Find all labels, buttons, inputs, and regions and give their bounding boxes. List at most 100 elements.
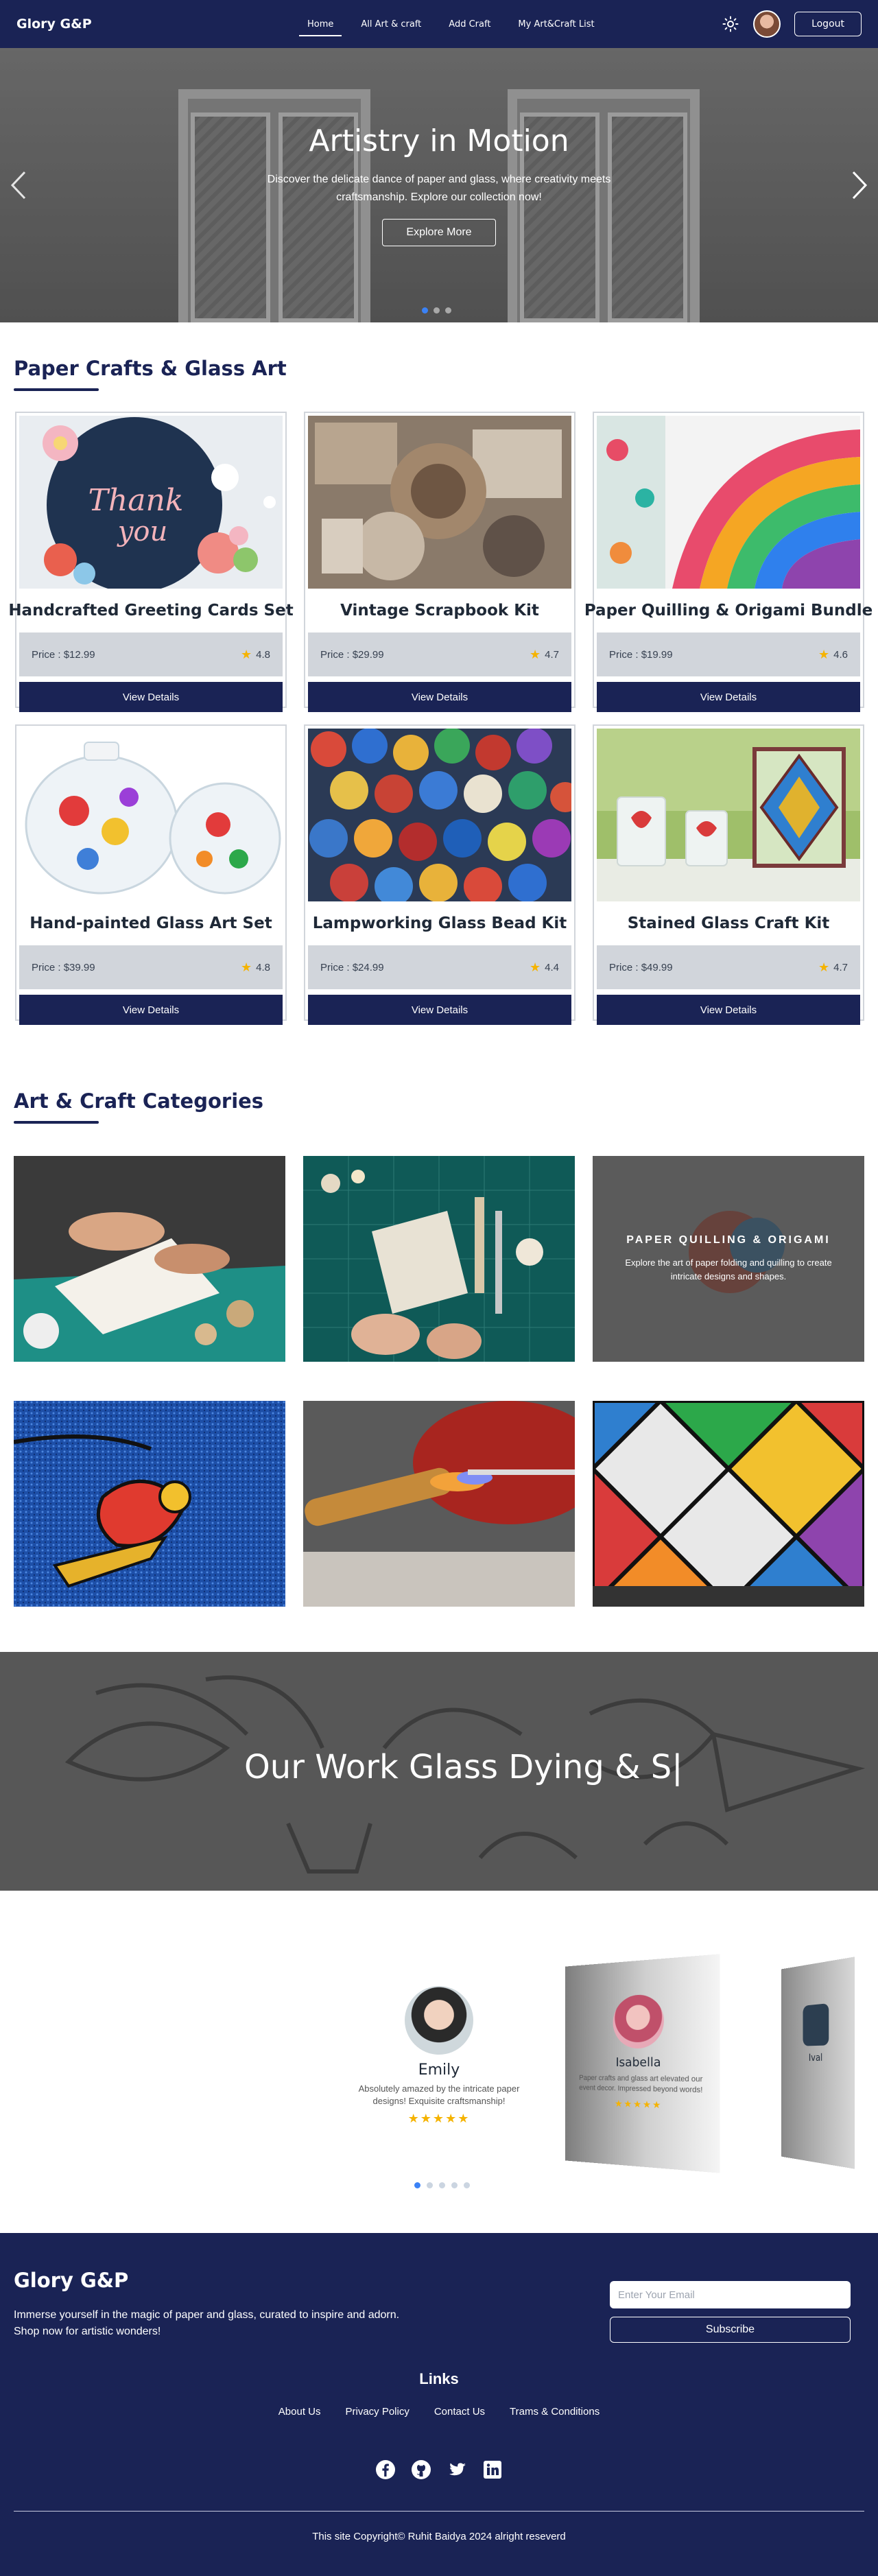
view-details-button[interactable]: View Details bbox=[19, 995, 283, 1025]
product-card: Lampworking Glass Bead Kit Price : $24.9… bbox=[304, 724, 576, 1021]
view-details-button[interactable]: View Details bbox=[308, 995, 571, 1025]
testimonial-dot[interactable] bbox=[451, 2182, 458, 2188]
product-price: Price : $12.99 bbox=[32, 649, 95, 661]
facebook-icon[interactable] bbox=[375, 2459, 396, 2480]
explore-more-button[interactable]: Explore More bbox=[382, 219, 495, 246]
product-card: Vintage Scrapbook Kit Price : $29.99 ★ 4.… bbox=[304, 412, 576, 708]
footer-link-privacy-policy[interactable]: Privacy Policy bbox=[345, 2406, 409, 2418]
view-details-button[interactable]: View Details bbox=[597, 995, 860, 1025]
linkedin-icon[interactable] bbox=[482, 2459, 503, 2480]
product-meta: Price : $24.99 ★ 4.4 bbox=[308, 945, 571, 989]
nav-my-art-craft-list[interactable]: My Art&Craft List bbox=[515, 15, 597, 34]
product-card: Stained Glass Craft Kit Price : $49.99 ★… bbox=[593, 724, 864, 1021]
category-tile[interactable] bbox=[14, 1156, 285, 1362]
hero-subtitle: Discover the delicate dance of paper and… bbox=[247, 171, 631, 206]
testimonial-text: Paper crafts and glass art elevated our … bbox=[565, 2073, 720, 2096]
category-tile[interactable] bbox=[14, 1401, 285, 1607]
footer-brand: Glory G&P bbox=[14, 2269, 128, 2292]
star-icon: ★ bbox=[530, 648, 541, 662]
product-price: Price : $29.99 bbox=[320, 649, 384, 661]
chevron-right-icon[interactable] bbox=[849, 168, 870, 202]
star-icon: ★ bbox=[241, 960, 252, 975]
svg-text:you: you bbox=[117, 516, 167, 547]
category-tile[interactable] bbox=[303, 1156, 575, 1362]
star-icon: ★ bbox=[241, 648, 252, 662]
hero-dot[interactable] bbox=[422, 307, 428, 314]
footer: Glory G&P Immerse yourself in the magic … bbox=[0, 2233, 878, 2576]
github-icon[interactable] bbox=[411, 2459, 431, 2480]
product-rating: ★ 4.8 bbox=[241, 960, 270, 975]
testimonial-avatar bbox=[803, 2003, 829, 2046]
testimonial-card: Emily Absolutely amazed by the intricate… bbox=[343, 1986, 535, 2126]
testimonial-card: Isabella Paper crafts and glass art elev… bbox=[565, 1954, 720, 2173]
brand-logo[interactable]: Glory G&P bbox=[16, 16, 305, 32]
sun-icon[interactable] bbox=[722, 15, 739, 33]
product-rating: ★ 4.6 bbox=[818, 648, 848, 662]
hero-dot[interactable] bbox=[434, 307, 440, 314]
footer-link-about-us[interactable]: About Us bbox=[278, 2406, 321, 2418]
category-tile[interactable] bbox=[303, 1401, 575, 1607]
testimonial-name: Ival bbox=[781, 2052, 855, 2064]
hero-slider: Artistry in Motion Discover the delicate… bbox=[0, 48, 878, 322]
view-details-button[interactable]: View Details bbox=[19, 682, 283, 712]
testimonial-card: Ival bbox=[781, 1957, 855, 2169]
logout-button[interactable]: Logout bbox=[794, 12, 862, 36]
category-caption: PAPER QUILLING & ORIGAMI Explore the art… bbox=[593, 1156, 864, 1362]
testimonial-dot[interactable] bbox=[414, 2182, 420, 2188]
testimonial-dot[interactable] bbox=[439, 2182, 445, 2188]
testimonial-pagination bbox=[414, 2182, 470, 2188]
product-card: Paper Quilling & Origami Bundle Price : … bbox=[593, 412, 864, 708]
footer-link-terms[interactable]: Trams & Conditions bbox=[510, 2406, 600, 2418]
title-underline bbox=[14, 1121, 99, 1124]
nav-all-art-craft[interactable]: All Art & craft bbox=[358, 15, 424, 34]
product-meta: Price : $39.99 ★ 4.8 bbox=[19, 945, 283, 989]
product-image bbox=[597, 416, 860, 589]
footer-description: Immerse yourself in the magic of paper a… bbox=[14, 2307, 425, 2340]
nav-right: Logout bbox=[722, 10, 862, 38]
copyright-text: This site Copyright© Ruhit Baidya 2024 a… bbox=[0, 2531, 878, 2542]
user-avatar[interactable] bbox=[753, 10, 781, 38]
nav-home[interactable]: Home bbox=[305, 15, 336, 34]
typing-banner: Our Work Glass Dying & S| bbox=[0, 1652, 878, 1891]
categories-section-title: Art & Craft Categories bbox=[14, 1089, 263, 1113]
product-image bbox=[308, 729, 571, 901]
product-image bbox=[597, 729, 860, 901]
testimonial-avatar bbox=[405, 1986, 473, 2055]
footer-links: About Us Privacy Policy Contact Us Trams… bbox=[0, 2406, 878, 2418]
view-details-button[interactable]: View Details bbox=[597, 682, 860, 712]
product-image bbox=[308, 416, 571, 589]
product-name: Stained Glass Craft Kit bbox=[597, 901, 860, 945]
product-rating: ★ 4.7 bbox=[530, 648, 559, 662]
nav-add-craft[interactable]: Add Craft bbox=[446, 15, 493, 34]
product-rating: ★ 4.8 bbox=[241, 648, 270, 662]
banner-typing-text: Our Work Glass Dying & S| bbox=[244, 1748, 683, 1786]
email-input[interactable] bbox=[610, 2281, 851, 2308]
twitter-icon[interactable] bbox=[447, 2459, 467, 2480]
footer-link-contact-us[interactable]: Contact Us bbox=[434, 2406, 485, 2418]
product-card: Thank you Handcrafted Greeting Cards Set… bbox=[15, 412, 287, 708]
category-description: Explore the art of paper folding and qui… bbox=[613, 1256, 844, 1284]
testimonial-dot[interactable] bbox=[464, 2182, 470, 2188]
testimonial-name: Emily bbox=[343, 2061, 535, 2079]
view-details-button[interactable]: View Details bbox=[308, 682, 571, 712]
product-meta: Price : $19.99 ★ 4.6 bbox=[597, 633, 860, 676]
product-rating: ★ 4.4 bbox=[530, 960, 559, 975]
product-image bbox=[19, 729, 283, 901]
category-tile[interactable] bbox=[593, 1401, 864, 1607]
svg-text:Thank: Thank bbox=[88, 483, 184, 518]
product-card: Hand-painted Glass Art Set Price : $39.9… bbox=[15, 724, 287, 1021]
products-section-title: Paper Crafts & Glass Art bbox=[14, 357, 287, 380]
product-name: Paper Quilling & Origami Bundle bbox=[597, 589, 860, 633]
chevron-left-icon[interactable] bbox=[8, 168, 29, 202]
star-icon: ★ bbox=[530, 960, 541, 975]
footer-divider bbox=[14, 2511, 864, 2512]
star-icon: ★ bbox=[818, 960, 829, 975]
hero-dot[interactable] bbox=[445, 307, 451, 314]
hero-pagination bbox=[422, 307, 451, 314]
hero-content: Artistry in Motion Discover the delicate… bbox=[233, 123, 645, 246]
testimonial-dot[interactable] bbox=[427, 2182, 433, 2188]
category-tile-featured[interactable]: PAPER QUILLING & ORIGAMI Explore the art… bbox=[593, 1156, 864, 1362]
product-meta: Price : $12.99 ★ 4.8 bbox=[19, 633, 283, 676]
subscribe-button[interactable]: Subscribe bbox=[610, 2317, 851, 2343]
product-meta: Price : $49.99 ★ 4.7 bbox=[597, 945, 860, 989]
